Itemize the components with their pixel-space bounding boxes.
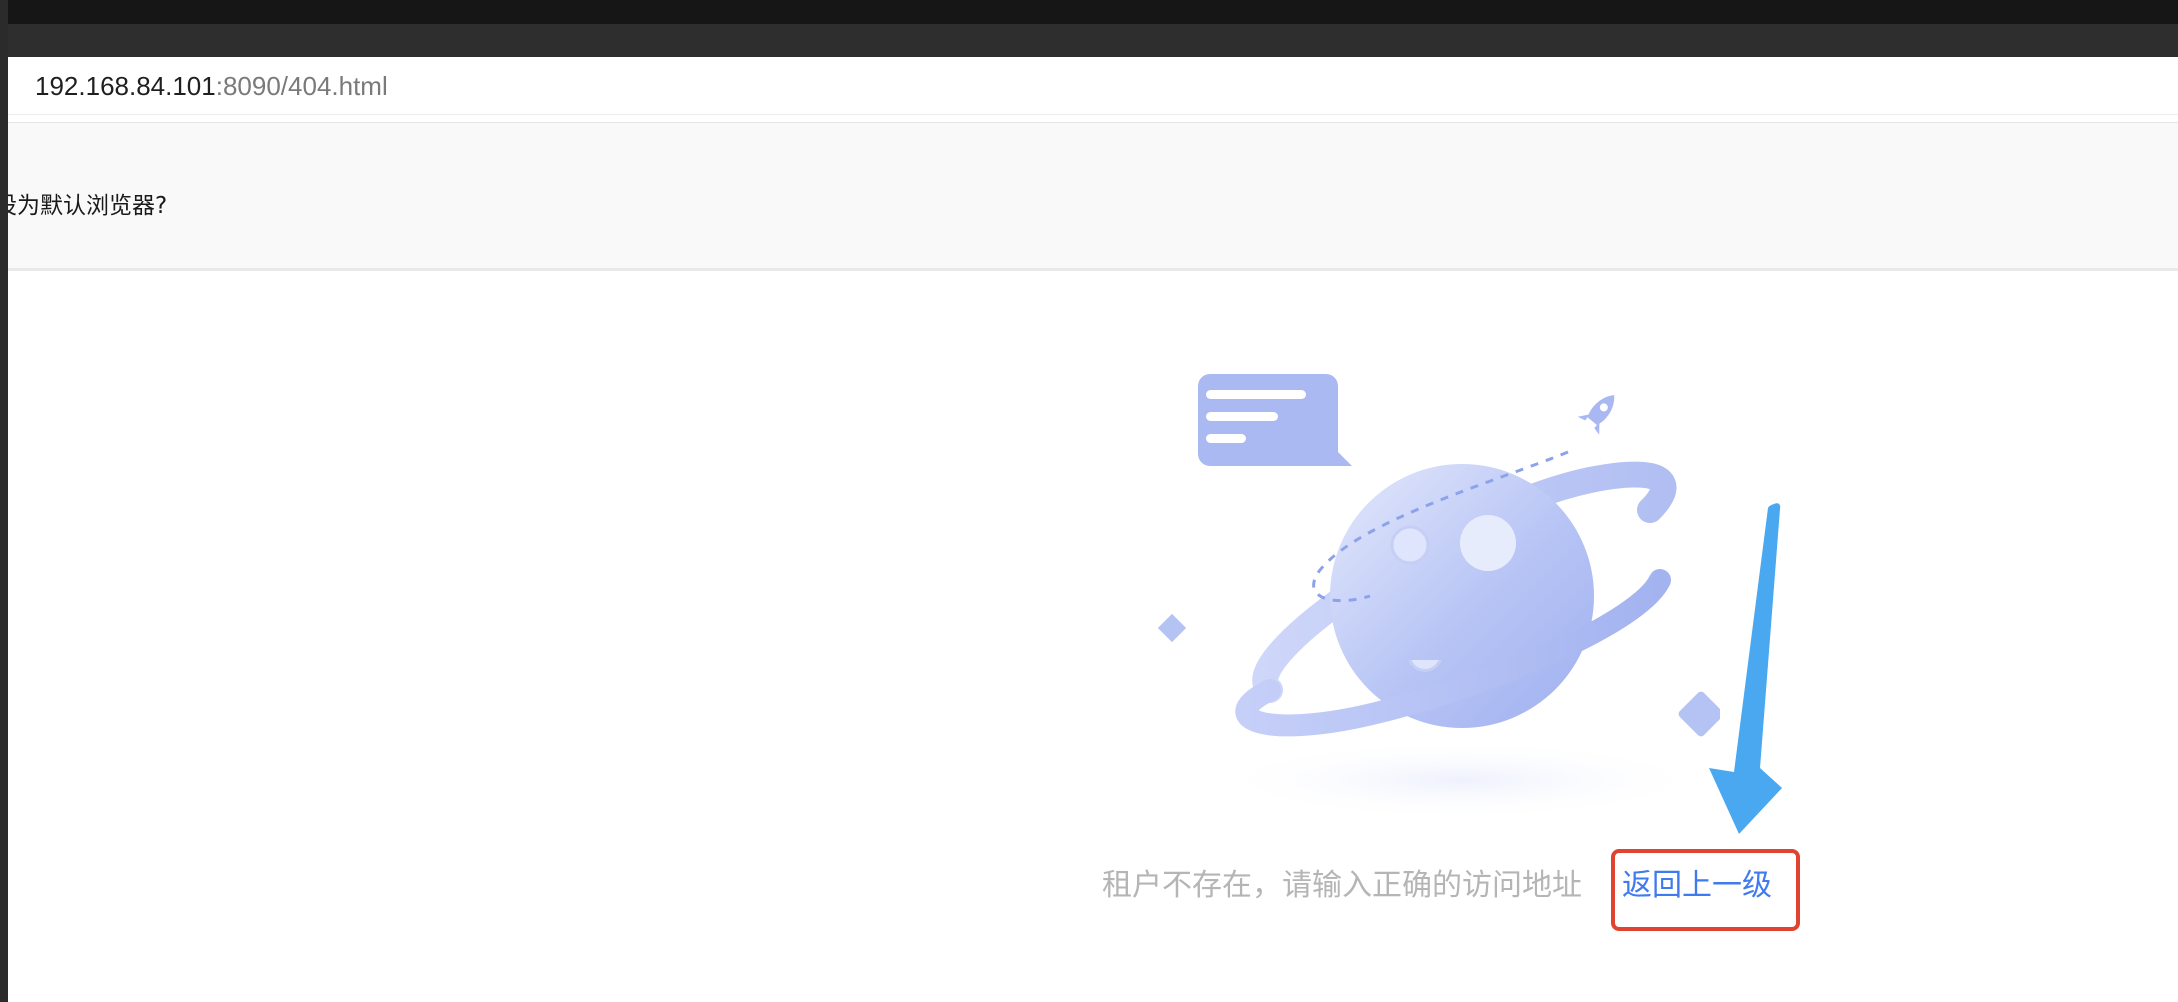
diamond-small xyxy=(1157,613,1187,643)
planet-404-illustration xyxy=(1157,374,1720,820)
screenshot-root: 192.168.84.101:8090/404.html 设为默认浏览器? 租户… xyxy=(0,0,2178,1002)
diamond-large xyxy=(1678,691,1720,737)
chat-bubble-icon xyxy=(1198,374,1352,466)
window-left-edge xyxy=(0,0,8,1002)
page-content xyxy=(8,276,2178,1002)
browser-tab-strip xyxy=(0,24,2178,57)
default-browser-infobar: 设为默认浏览器? xyxy=(8,122,2178,271)
url-text[interactable]: 192.168.84.101:8090/404.html xyxy=(35,69,388,103)
window-titlebar xyxy=(0,0,2178,24)
not-found-message: 租户不存在，请输入正确的访问地址 xyxy=(1102,864,1582,908)
crater-small xyxy=(1390,525,1430,565)
ground-shadow xyxy=(1210,740,1710,820)
back-button[interactable]: 返回上一级 xyxy=(1622,864,1772,908)
url-path: :8090/404.html xyxy=(215,71,388,101)
crater-large xyxy=(1460,515,1516,571)
default-browser-prompt: 设为默认浏览器? xyxy=(8,193,168,219)
address-bar[interactable]: 192.168.84.101:8090/404.html xyxy=(8,57,2178,115)
url-host: 192.168.84.101 xyxy=(35,71,216,101)
rocket-icon xyxy=(1577,395,1615,435)
tenant-missing-text: 租户不存在，请输入正确的访问地址 xyxy=(1102,868,1582,903)
